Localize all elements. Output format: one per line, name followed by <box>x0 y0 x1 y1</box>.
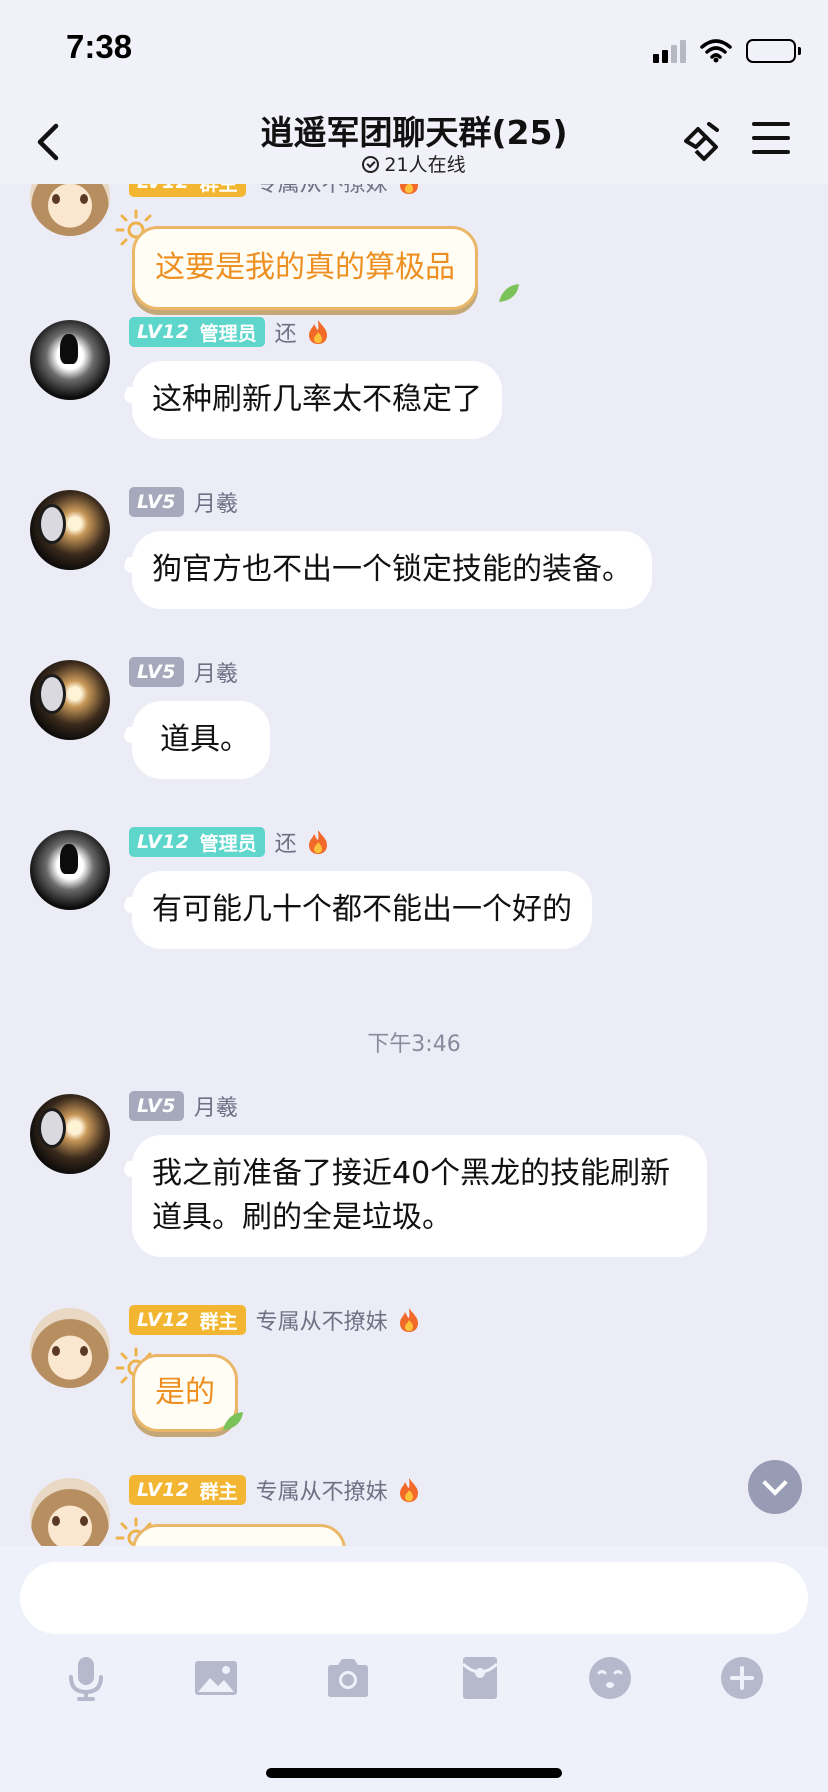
level-badge: LV12 管理员 <box>129 317 265 347</box>
message-list[interactable]: LV12群主 专属从不撩妹 这要是我的真的算极品 LV12管理员 还 这种刷新几… <box>0 184 828 1546</box>
home-indicator <box>266 1768 562 1778</box>
avatar[interactable] <box>30 1478 110 1546</box>
sender-line: LV5 月羲 <box>129 656 238 688</box>
sender-line: LV12群主 专属从不撩妹 <box>129 1474 420 1506</box>
sender-nick: 月羲 <box>193 662 238 687</box>
status-bar: 7:38 <box>0 0 828 98</box>
fire-icon <box>308 830 327 854</box>
fire-icon <box>399 1308 418 1332</box>
sender-line: LV12 管理员 还 <box>129 826 329 858</box>
sender-line: LV5 月羲 <box>129 1090 238 1122</box>
avatar[interactable] <box>30 184 110 236</box>
sender-nick: 还 <box>274 832 297 857</box>
message-bubble[interactable]: 有可能几十个都不能出一个好的 <box>132 871 592 949</box>
level-badge: LV5 <box>129 1091 184 1121</box>
sender-nick: 月羲 <box>193 1096 238 1121</box>
emoji-icon[interactable] <box>586 1654 634 1702</box>
battery-icon <box>746 39 801 63</box>
wifi-icon <box>700 39 732 63</box>
level-badge: LV12群主 <box>129 184 246 197</box>
level-badge: LV5 <box>129 657 184 687</box>
composer-toolbar <box>0 1654 828 1714</box>
fire-icon <box>399 184 418 194</box>
leaf-decoration-icon <box>499 284 519 302</box>
avatar[interactable] <box>30 1094 110 1174</box>
sender-nick: 专属从不撩妹 <box>255 184 388 197</box>
message-bubble[interactable]: 我之前准备了接近40个黑龙的技能刷新道具。刷的全是垃圾。 <box>132 1135 707 1257</box>
fire-icon <box>399 1478 418 1502</box>
level-badge: LV12 管理员 <box>129 827 265 857</box>
plus-icon[interactable] <box>718 1654 766 1702</box>
image-icon[interactable] <box>192 1654 240 1702</box>
online-count-label: 21人在线 <box>384 154 466 176</box>
mic-icon[interactable] <box>62 1654 110 1702</box>
sender-nick: 还 <box>274 322 297 347</box>
camera-icon[interactable] <box>324 1654 372 1702</box>
online-check-icon <box>362 156 380 173</box>
fire-icon <box>308 320 327 344</box>
level-badge: LV5 <box>129 487 184 517</box>
sender-nick: 月羲 <box>193 492 238 517</box>
message-bubble[interactable]: 这种刷新几率太不稳定了 <box>132 361 502 439</box>
message-bubble[interactable]: 道具。 <box>132 701 270 779</box>
leaf-decoration-icon <box>223 1412 243 1430</box>
status-icons <box>653 36 801 66</box>
menu-icon[interactable] <box>752 122 790 158</box>
cellular-signal-icon <box>653 39 686 63</box>
sender-line: LV12群主 专属从不撩妹 <box>129 1304 420 1336</box>
level-badge: LV12群主 <box>129 1305 246 1335</box>
red-packet-icon[interactable] <box>456 1654 504 1702</box>
message-bubble[interactable] <box>132 1524 346 1546</box>
avatar[interactable] <box>30 830 110 910</box>
sender-line: LV12群主 专属从不撩妹 <box>129 184 420 198</box>
avatar[interactable] <box>30 490 110 570</box>
sender-line: LV5 月羲 <box>129 486 238 518</box>
link-icon[interactable] <box>676 116 726 166</box>
sender-line: LV12 管理员 还 <box>129 316 329 348</box>
avatar[interactable] <box>30 320 110 400</box>
chat-header: 逍遥军团聊天群(25) 21人在线 <box>0 98 828 184</box>
message-bubble[interactable]: 这要是我的真的算极品 <box>132 226 478 310</box>
level-badge: LV12群主 <box>129 1475 246 1505</box>
sender-nick: 专属从不撩妹 <box>255 1480 388 1505</box>
composer <box>0 1546 828 1792</box>
message-bubble[interactable]: 狗官方也不出一个锁定技能的装备。 <box>132 531 652 609</box>
status-time: 7:38 <box>66 28 133 65</box>
avatar[interactable] <box>30 660 110 740</box>
message-input[interactable] <box>20 1562 808 1634</box>
scroll-to-bottom-button[interactable] <box>748 1460 802 1514</box>
avatar[interactable] <box>30 1308 110 1388</box>
sender-nick: 专属从不撩妹 <box>255 1310 388 1335</box>
time-divider: 下午3:46 <box>367 1032 461 1057</box>
